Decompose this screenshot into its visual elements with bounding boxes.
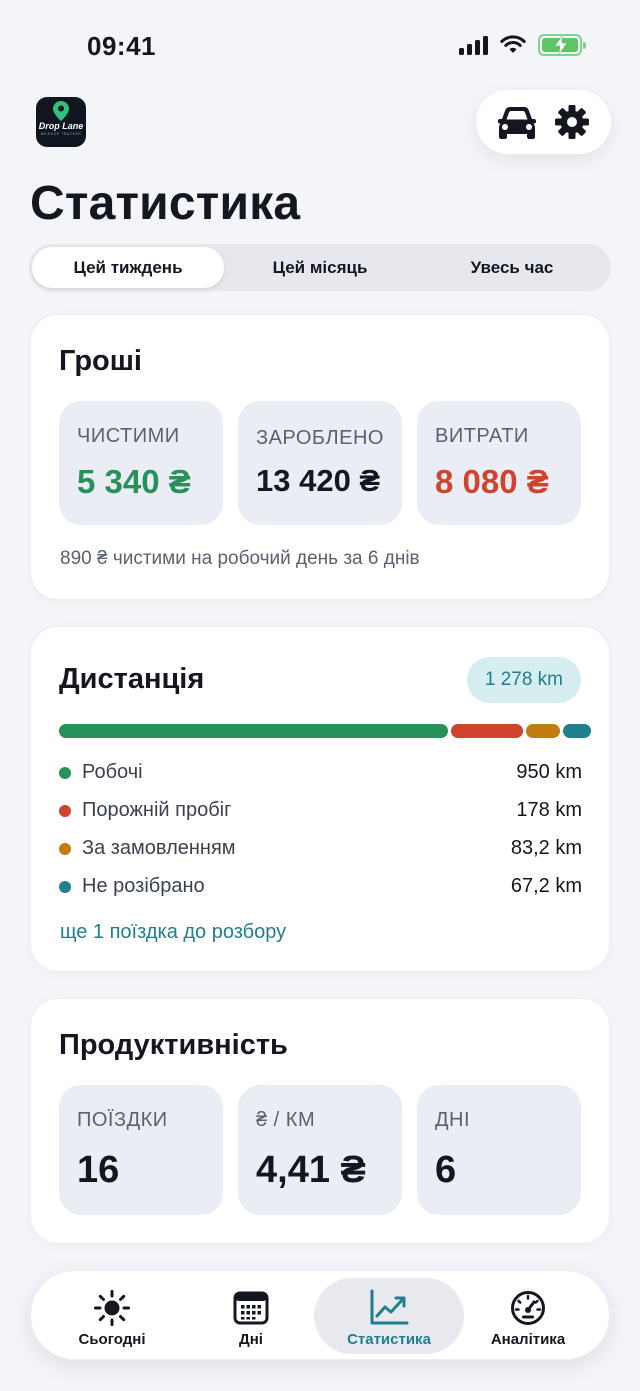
signal-icon [459, 35, 488, 55]
legend-label: Не розібрано [82, 875, 205, 897]
tab-days[interactable]: Дні [176, 1278, 326, 1354]
speedometer-icon [511, 1291, 545, 1325]
legend-label: За замовленням [82, 837, 236, 859]
per-km-value: 4,41 ₴ [256, 1149, 366, 1191]
distance-card: Дистанція 1 278 km Робочі 950 km Порожні… [30, 626, 610, 972]
net-tile: ЧИСТИМИ 5 340 ₴ [59, 401, 223, 525]
header-actions [476, 90, 611, 154]
days-value: 6 [435, 1149, 457, 1191]
period-this-week[interactable]: Цей тиждень [32, 247, 224, 288]
period-all-time[interactable]: Увесь час [416, 247, 608, 288]
tab-label: Сьогодні [78, 1331, 146, 1348]
productivity-title: Продуктивність [59, 1029, 288, 1061]
money-card: Гроші ЧИСТИМИ 5 340 ₴ ЗАРОБЛЕНО 13 420 ₴… [30, 314, 610, 600]
distance-total-badge: 1 278 km [466, 657, 581, 703]
trips-label: ПОЇЗДКИ [77, 1109, 168, 1131]
tab-statistics[interactable]: Статистика [314, 1278, 464, 1354]
money-title: Гроші [59, 345, 142, 377]
car-icon [497, 107, 536, 139]
expenses-label: ВИТРАТИ [435, 425, 529, 447]
expenses-tile: ВИТРАТИ 8 080 ₴ [417, 401, 581, 525]
status-time: 09:41 [87, 31, 156, 61]
legend-row-work[interactable]: Робочі 950 km [59, 758, 582, 788]
legend-dot [59, 805, 71, 817]
productivity-card: Продуктивність ПОЇЗДКИ 16 ₴ / КМ 4,41 ₴ … [30, 998, 610, 1244]
logo-text: Drop Lane [38, 121, 84, 131]
legend-dot [59, 767, 71, 779]
days-tile: ДНІ 6 [417, 1085, 581, 1215]
tab-label: Аналітика [490, 1331, 566, 1348]
settings-button[interactable] [554, 104, 590, 140]
legend-dot [59, 881, 71, 893]
vehicle-button[interactable] [497, 105, 537, 139]
tab-analytics[interactable]: Аналітика [453, 1278, 603, 1354]
period-this-month[interactable]: Цей місяць [224, 247, 416, 288]
calendar-icon [233, 1291, 269, 1325]
legend-row-on-order[interactable]: За замовленням 83,2 km [59, 834, 582, 864]
gear-icon [555, 105, 590, 139]
money-note: 890 ₴ чистими на робочий день за 6 днів [60, 548, 420, 569]
distance-breakdown-bar [59, 724, 591, 738]
days-label: ДНІ [435, 1109, 471, 1131]
net-label: ЧИСТИМИ [77, 425, 180, 447]
page-title: Статистика [30, 177, 301, 230]
map-pin-icon [53, 101, 69, 121]
per-km-label: ₴ / КМ [256, 1109, 316, 1131]
sun-icon [94, 1290, 130, 1326]
legend-value: 83,2 km [510, 837, 582, 859]
tab-label: Дні [239, 1331, 263, 1348]
app-logo: Drop Lane MILEAGE TRACKER [36, 97, 86, 147]
wifi-icon [500, 35, 526, 53]
legend-row-empty-run[interactable]: Порожній пробіг 178 km [59, 796, 582, 826]
bar-segment-work [59, 724, 448, 738]
unsorted-trips-link[interactable]: ще 1 поїздка до розбору [60, 921, 286, 944]
per-km-tile: ₴ / КМ 4,41 ₴ [238, 1085, 402, 1215]
tab-today[interactable]: Сьогодні [37, 1278, 187, 1354]
legend-value: 178 km [516, 799, 582, 821]
tab-bar: Сьогодні Дні Статистика Аналітика [30, 1270, 610, 1360]
tab-label: Статистика [347, 1331, 431, 1348]
bar-segment-unsorted [563, 724, 591, 738]
expenses-value: 8 080 ₴ [435, 463, 549, 500]
earned-value: 13 420 ₴ [256, 463, 381, 498]
distance-title: Дистанція [59, 663, 205, 695]
legend-value: 67,2 km [510, 875, 582, 897]
trips-value: 16 [77, 1149, 120, 1191]
bar-segment-on-order [526, 724, 561, 738]
legend-label: Робочі [82, 761, 143, 783]
logo-subtext: MILEAGE TRACKER [40, 132, 82, 136]
earned-label: ЗАРОБЛЕНО [256, 427, 384, 449]
legend-label: Порожній пробіг [82, 799, 232, 821]
chart-icon [370, 1289, 409, 1325]
bar-segment-empty-run [450, 724, 524, 738]
period-selector: Цей тиждень Цей місяць Увесь час [29, 244, 611, 291]
net-value: 5 340 ₴ [77, 463, 191, 500]
legend-dot [59, 843, 71, 855]
battery-icon [538, 34, 586, 56]
status-bar: 09:41 [0, 0, 640, 90]
earned-tile: ЗАРОБЛЕНО 13 420 ₴ [238, 401, 402, 525]
trips-tile: ПОЇЗДКИ 16 [59, 1085, 223, 1215]
legend-row-unsorted[interactable]: Не розібрано 67,2 km [59, 872, 582, 902]
legend-value: 950 km [516, 761, 582, 783]
status-icons [459, 34, 586, 56]
